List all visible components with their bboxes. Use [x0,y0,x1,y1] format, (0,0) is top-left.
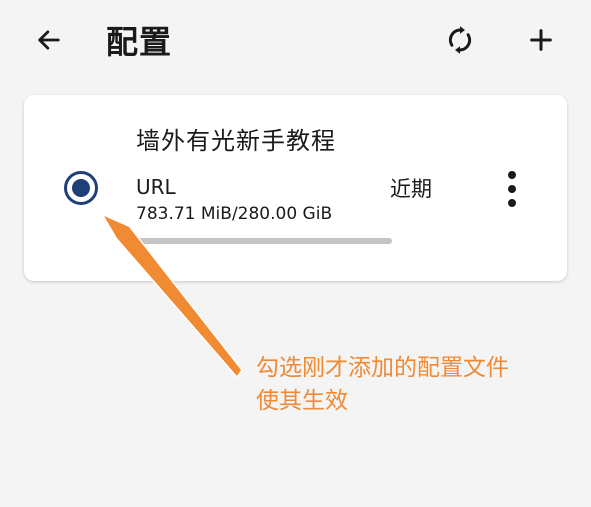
refresh-button[interactable] [436,16,484,64]
usage-progress-bar [134,238,392,244]
profile-card[interactable]: 墙外有光新手教程 URL 783.71 MiB/280.00 GiB 近期 [24,95,567,281]
more-options-button[interactable] [492,167,532,211]
more-vert-icon-dot [508,199,516,207]
more-vert-icon-dot [508,185,516,193]
profile-usage: 783.71 MiB/280.00 GiB [136,204,333,224]
usage-progress-fill [134,238,135,244]
plus-icon [530,29,552,51]
arrow-left-icon [38,30,60,50]
profile-name: 墙外有光新手教程 [136,127,336,155]
app-bar: 配置 [0,0,591,84]
app-root: 配置 墙外有光新手教程 URL 783.71 MiB/280.00 GiB 近期 [0,0,591,507]
profile-type: URL [136,175,176,199]
refresh-icon [448,26,472,54]
page-title: 配置 [106,23,173,61]
profile-select-radio[interactable] [64,171,98,205]
update-time: 近期 [390,177,432,201]
more-vert-icon [508,171,516,179]
annotation-text: 勾选刚才添加的配置文件 使其生效 [256,352,576,418]
back-button[interactable] [25,16,73,64]
annotation-line-1: 勾选刚才添加的配置文件 [256,355,509,381]
annotation-line-2: 使其生效 [256,388,348,414]
radio-selected-dot [72,179,90,197]
add-button[interactable] [517,16,565,64]
